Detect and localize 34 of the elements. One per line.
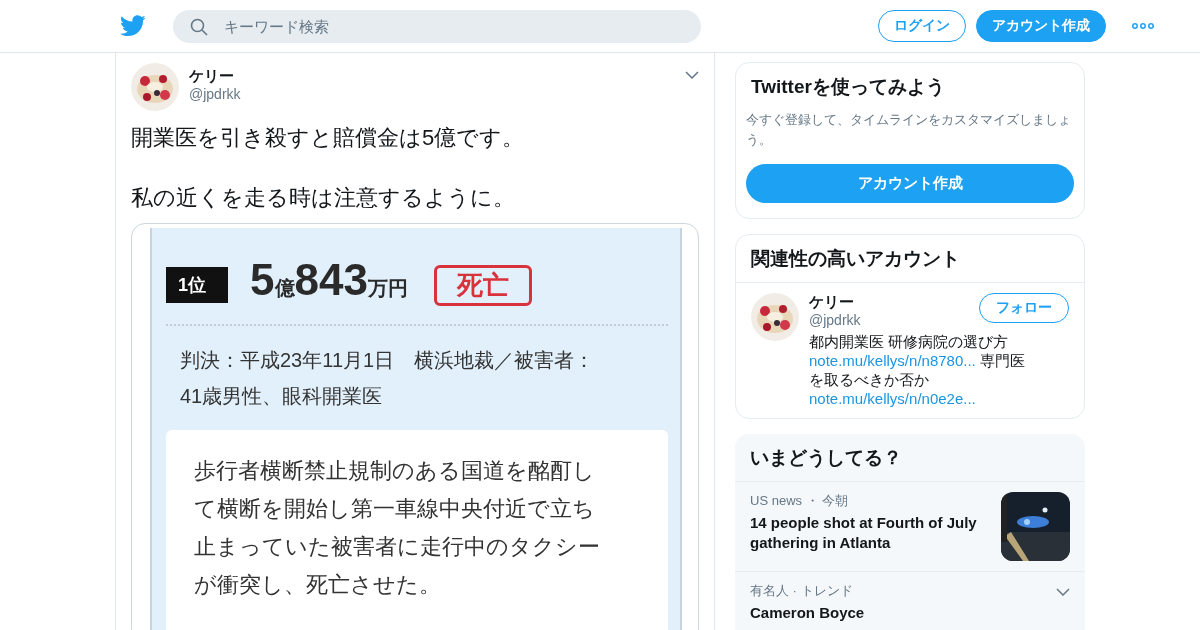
user-handle[interactable]: @jpdrkk — [809, 312, 979, 328]
stamp-label: 死亡 — [433, 264, 532, 306]
search-icon — [190, 17, 208, 36]
trend-title: 14 people shot at Fourth of July gathering in Atlanta — [750, 513, 978, 553]
case-description: 歩行者横断禁止規制のある国道を酩酊し て横断を開始し第一車線中央付近で立ち 止まっていた被害者に走行中のタクシー が衝突し、死亡させた。 — [194, 457, 601, 599]
bio-link[interactable]: note.mu/kellys/n/n0e2e... — [809, 390, 976, 407]
card-title: いまどうしてる？ — [749, 446, 903, 470]
user-name[interactable]: ケリー — [809, 293, 979, 312]
chevron-down-icon[interactable] — [1056, 588, 1070, 596]
card-text: 今すぐ登録して、タイムラインをカスタマイズしましょう。 — [745, 111, 1072, 149]
signup-button[interactable]: アカウント作成 — [746, 164, 1074, 203]
trend-context: 有名人 · トレンド — [750, 582, 854, 600]
card-title: 関連性の高いアカウント — [750, 247, 961, 271]
signup-button[interactable]: アカウント作成 — [976, 10, 1106, 42]
user-name[interactable]: ケリー — [189, 67, 675, 86]
card-title: Twitterを使ってみよう — [750, 75, 946, 99]
search-field[interactable]: キーワード検索 — [173, 9, 701, 43]
tweet-text: 私の近くを走る時は注意するように。 — [131, 184, 516, 212]
bird-logo[interactable] — [120, 15, 146, 37]
user-bio: 都内開業医 研修病院の選び方 note.mu/kellys/n/n8780... 専門医を取るべきか否か note.mu/kellys/n/n0e2e... — [809, 332, 1026, 408]
tweet-text: 開業医を引き殺すと賠償金は5億です。 — [131, 124, 526, 152]
chevron-down-icon[interactable] — [685, 71, 699, 79]
amount-text: 5億843万円 — [250, 260, 408, 306]
bio-link[interactable]: note.mu/kellys/n/n8780... — [809, 352, 976, 369]
follow-button[interactable]: フォロー — [979, 293, 1069, 323]
trend-context: US news ・ 今朝 — [750, 492, 850, 510]
verdict-text: 判決：平成23年11月1日 横浜地裁／被害者： 41歳男性、眼科開業医 — [179, 348, 596, 409]
trend-item[interactable]: 有名人 · トレンド Cameron Boyce — [735, 571, 1085, 630]
trend-item[interactable]: US news ・ 今朝 14 people shot at Fourth of July gathering in Atlanta — [735, 481, 1085, 571]
more-icon[interactable] — [1132, 23, 1154, 29]
login-button[interactable]: ログイン — [878, 10, 966, 42]
trend-title: Cameron Boyce — [750, 603, 866, 623]
rank-label: 1位 — [166, 267, 228, 303]
user-handle[interactable]: @jpdrkk — [189, 86, 675, 102]
